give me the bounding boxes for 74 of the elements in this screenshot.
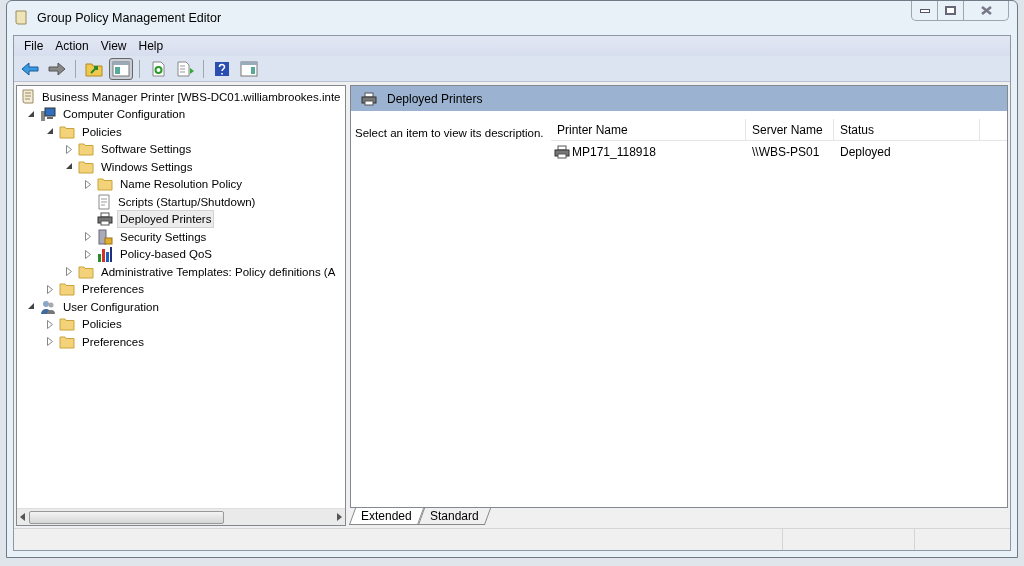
tree-item[interactable]: Preferences bbox=[79, 332, 147, 351]
expand-arrow-icon[interactable] bbox=[47, 319, 53, 329]
folder-icon bbox=[78, 142, 94, 157]
folder-icon bbox=[78, 159, 94, 174]
menu-item[interactable]: File bbox=[18, 37, 50, 55]
table-cell-text: MP171_118918 bbox=[572, 144, 656, 161]
console-tree-icon bbox=[112, 60, 130, 77]
menu-item[interactable]: View bbox=[94, 37, 133, 55]
expand-arrow-icon[interactable] bbox=[66, 144, 72, 154]
tree-item[interactable]: Computer Configuration bbox=[60, 105, 189, 124]
folder-icon bbox=[59, 124, 75, 139]
export-list-icon bbox=[176, 60, 194, 77]
tree-item[interactable]: Policies bbox=[79, 122, 125, 141]
expand-arrow-icon[interactable] bbox=[85, 249, 91, 259]
expand-arrow-icon[interactable] bbox=[47, 337, 53, 347]
tree-item[interactable]: Business Manager Printer [WBS-DC01.williambrookes.inte bbox=[39, 87, 344, 106]
description-text: Select an item to view its description. bbox=[354, 126, 545, 141]
printer-icon bbox=[554, 145, 570, 159]
tree-item[interactable]: Administrative Templates: Policy definitions (A bbox=[98, 262, 339, 281]
folder-icon bbox=[59, 317, 75, 332]
column-header[interactable]: Server Name bbox=[746, 119, 834, 140]
help-icon bbox=[214, 60, 230, 77]
folder-icon bbox=[59, 282, 75, 297]
expand-arrow-icon[interactable] bbox=[85, 232, 91, 242]
tree-item[interactable]: Deployed Printers bbox=[117, 210, 215, 229]
collapse-arrow-icon[interactable] bbox=[46, 128, 54, 136]
folder-icon bbox=[78, 264, 94, 279]
view-tab[interactable]: Extended bbox=[348, 508, 424, 525]
script-icon bbox=[97, 193, 111, 210]
table-cell-text: Deployed bbox=[840, 144, 891, 161]
scroll-left-icon[interactable] bbox=[20, 513, 25, 521]
tree-item[interactable]: User Configuration bbox=[60, 297, 162, 316]
tree-item[interactable]: Security Settings bbox=[117, 227, 210, 246]
column-header[interactable]: Printer Name bbox=[551, 119, 746, 140]
menu-item[interactable]: Help bbox=[132, 37, 170, 55]
horizontal-scrollbar[interactable] bbox=[17, 508, 345, 525]
tree-item[interactable]: Policies bbox=[79, 315, 125, 334]
scroll-icon bbox=[13, 10, 29, 26]
tree-item[interactable]: Windows Settings bbox=[98, 157, 196, 176]
table-cell-text: \\WBS-PS01 bbox=[752, 144, 820, 161]
bar-chart-icon bbox=[97, 246, 113, 263]
table-row[interactable]: MP171_118918 \\WBS-PS01 Deployed bbox=[551, 141, 1007, 163]
collapse-arrow-icon[interactable] bbox=[27, 303, 35, 311]
tree-item[interactable]: Software Settings bbox=[98, 140, 195, 159]
printer-icon bbox=[97, 212, 113, 227]
close-icon bbox=[980, 6, 992, 15]
menu-item[interactable]: Action bbox=[49, 37, 95, 55]
tree-item[interactable]: Name Resolution Policy bbox=[117, 175, 246, 194]
back-arrow-icon bbox=[21, 61, 39, 76]
column-header[interactable]: Status bbox=[834, 119, 980, 140]
pane-title: Deployed Printers bbox=[387, 90, 483, 108]
folder-icon bbox=[59, 334, 75, 349]
view-tab[interactable]: Standard bbox=[417, 508, 491, 525]
computer-icon bbox=[40, 106, 56, 123]
scroll-right-icon[interactable] bbox=[337, 513, 342, 521]
folder-up-icon bbox=[85, 60, 103, 77]
printer-icon bbox=[361, 91, 377, 106]
expand-arrow-icon[interactable] bbox=[66, 267, 72, 277]
tree-item[interactable]: Scripts (Startup/Shutdown) bbox=[115, 192, 259, 211]
scroll-icon bbox=[21, 88, 35, 105]
folder-icon bbox=[97, 177, 113, 192]
collapse-arrow-icon[interactable] bbox=[65, 163, 73, 171]
server-lock-icon bbox=[97, 228, 113, 245]
collapse-arrow-icon[interactable] bbox=[27, 110, 35, 118]
expand-arrow-icon[interactable] bbox=[85, 179, 91, 189]
expand-arrow-icon[interactable] bbox=[47, 284, 53, 294]
tree-item[interactable]: Preferences bbox=[79, 280, 147, 299]
window-title: Group Policy Management Editor bbox=[37, 9, 222, 27]
forward-arrow-icon bbox=[48, 61, 66, 76]
toolbar-button[interactable] bbox=[109, 57, 133, 80]
action-pane-icon bbox=[240, 60, 258, 77]
tree-item[interactable]: Policy-based QoS bbox=[117, 245, 216, 264]
user-icon bbox=[40, 298, 56, 315]
refresh-icon bbox=[150, 60, 166, 77]
